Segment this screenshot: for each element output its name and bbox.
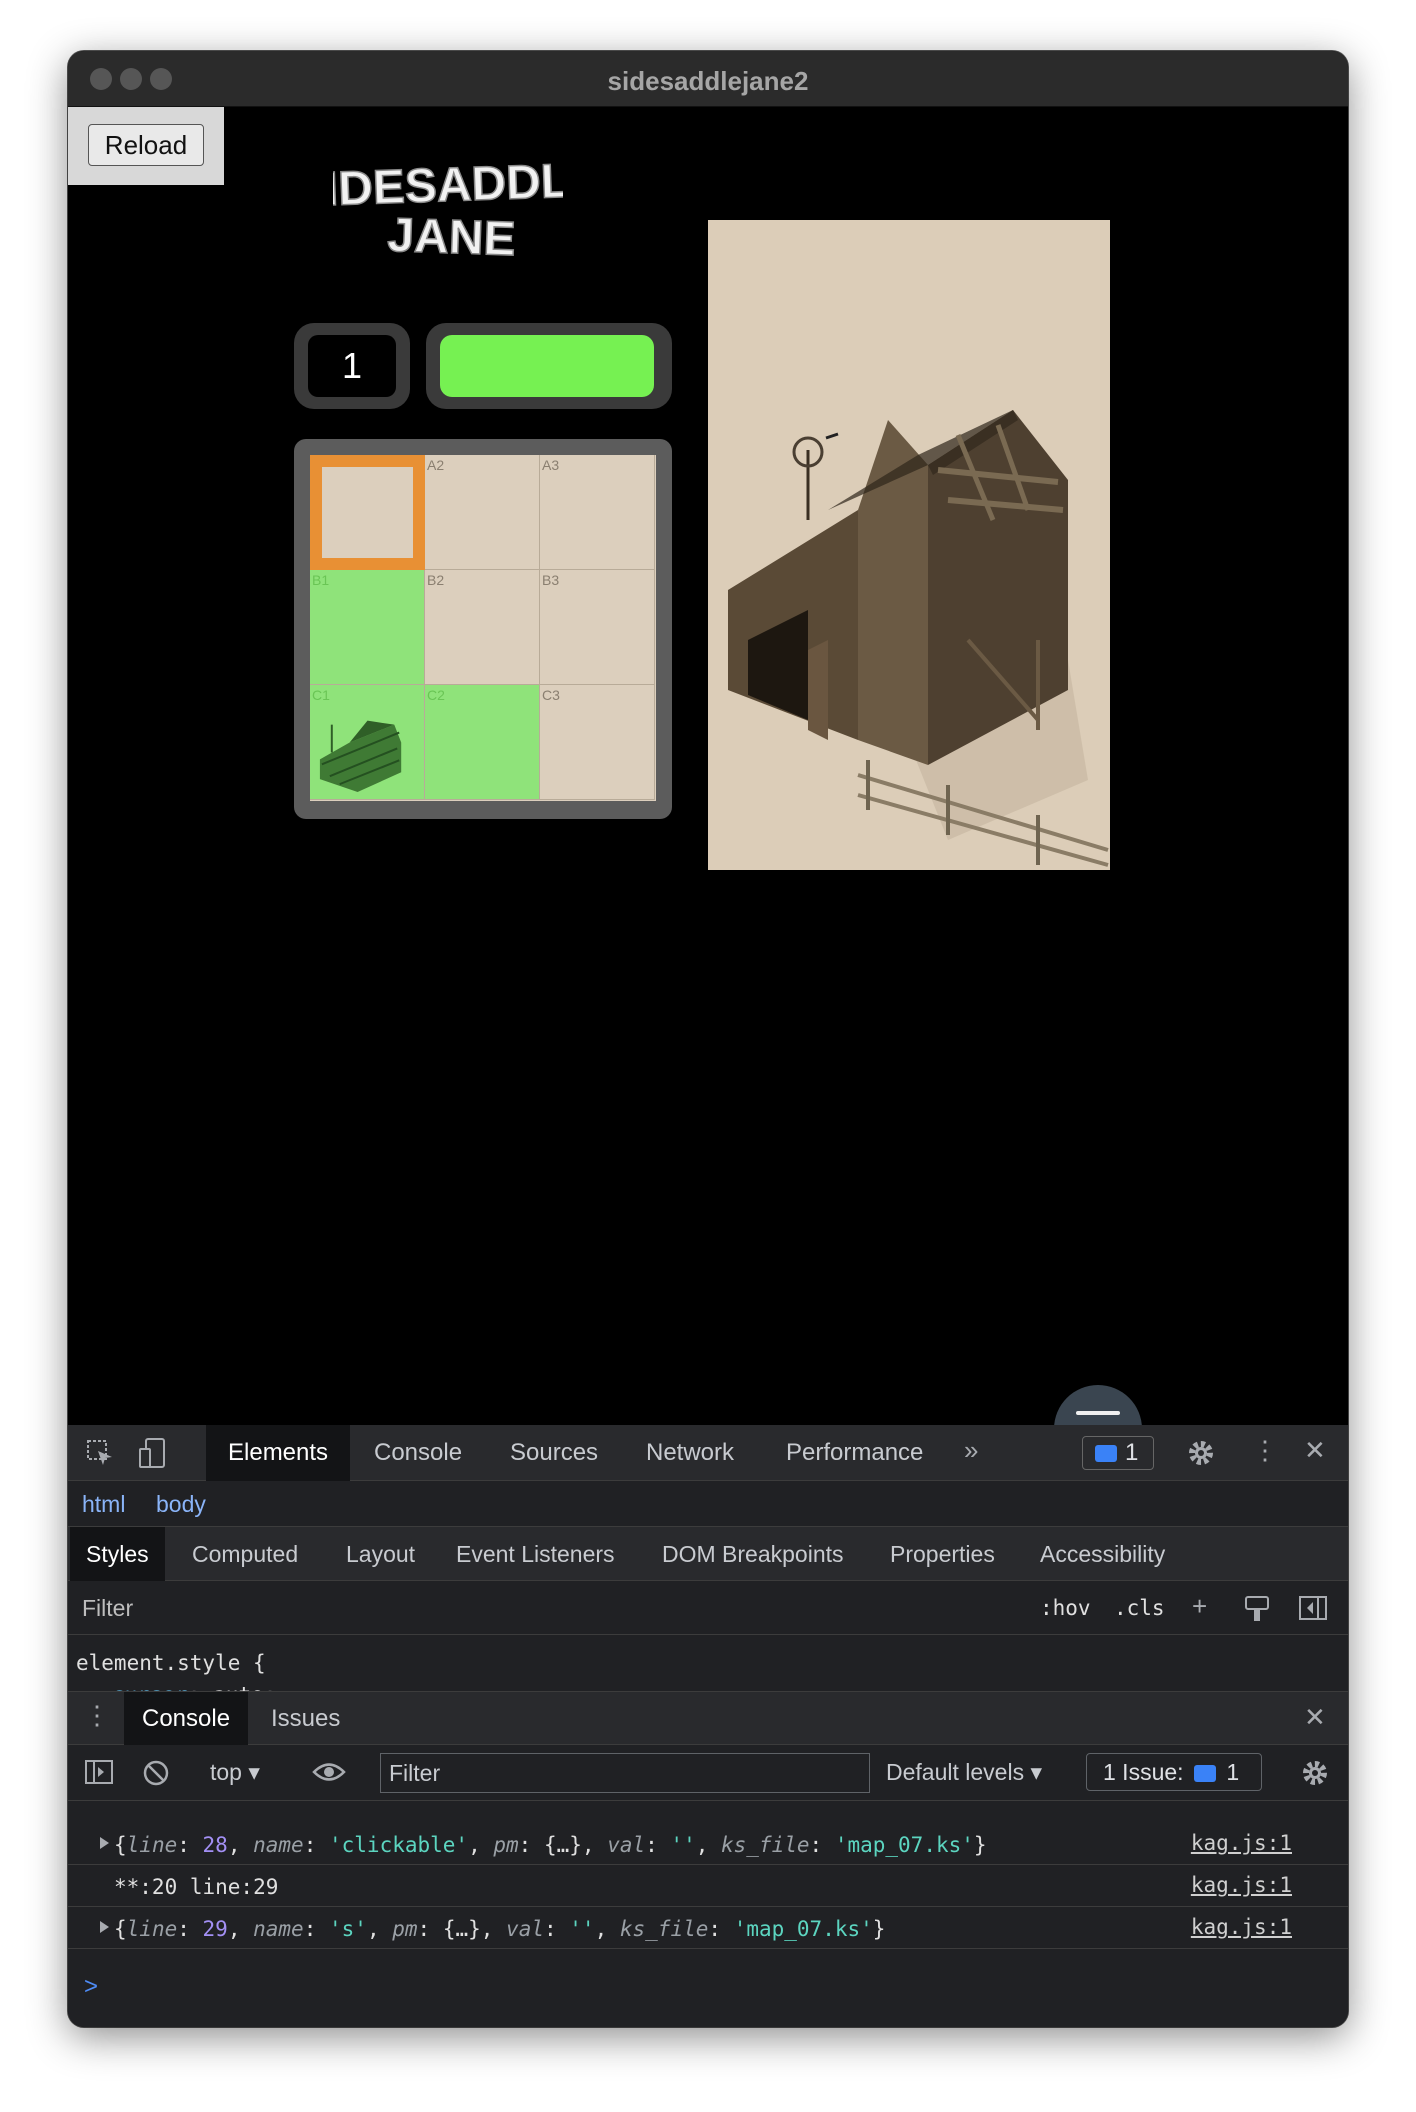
status-bar-fill — [440, 335, 654, 397]
logo-line2: JANE — [387, 209, 517, 266]
map-cell-a3[interactable]: A3 — [540, 455, 655, 570]
gear-icon[interactable] — [1186, 1438, 1216, 1468]
subtab-accessibility[interactable]: Accessibility — [1040, 1541, 1165, 1568]
device-toolbar-icon[interactable] — [138, 1437, 168, 1469]
turn-counter: 1 — [294, 323, 410, 409]
subtab-layout[interactable]: Layout — [346, 1541, 415, 1568]
console-log-row: **:20 line:29 kag.js:1 — [68, 1865, 1348, 1907]
tab-console[interactable]: Console — [374, 1425, 462, 1481]
devtools-toolbar: Elements Console Sources Network Perform… — [68, 1425, 1348, 1481]
message-icon — [1193, 1765, 1216, 1783]
subtab-styles[interactable]: Styles — [70, 1527, 165, 1581]
game-viewport: Reload SIDESADDLE JANE 1 A2 A3 B1 B2 B3 … — [68, 107, 1348, 1473]
map-cell-c3[interactable]: C3 — [540, 685, 655, 800]
devtools-panel: Elements Console Sources Network Perform… — [68, 1425, 1348, 2027]
console-log-row[interactable]: {line: 28, name: 'clickable', pm: {…}, v… — [68, 1823, 1348, 1865]
inspect-element-icon[interactable] — [86, 1439, 114, 1467]
drawer-menu-icon[interactable]: ⋮ — [84, 1700, 110, 1731]
tab-elements[interactable]: Elements — [206, 1425, 351, 1481]
cls-toggle[interactable]: .cls — [1114, 1596, 1165, 1620]
sidebar-icon[interactable] — [84, 1759, 114, 1785]
map-cell-c1[interactable]: C1 — [310, 685, 425, 800]
reload-button[interactable]: Reload — [88, 124, 204, 166]
map-cell-a1[interactable] — [310, 455, 425, 570]
issues-badge[interactable]: 1 — [1082, 1436, 1154, 1470]
tab-network[interactable]: Network — [646, 1425, 734, 1481]
title-bar: sidesaddlejane2 — [68, 51, 1348, 107]
subtab-event-listeners[interactable]: Event Listeners — [456, 1541, 615, 1568]
console-settings-gear-icon[interactable] — [1300, 1758, 1330, 1788]
console-prompt[interactable]: > — [84, 1973, 98, 2001]
log-levels-dropdown[interactable]: Default levels ▾ — [886, 1759, 1042, 1786]
reload-panel: Reload — [68, 107, 224, 185]
tab-performance[interactable]: Performance — [786, 1425, 923, 1481]
vertical-dots-icon[interactable]: ⋮ — [1252, 1435, 1278, 1466]
drawer-tabs: ⋮ Console Issues ✕ — [68, 1691, 1348, 1746]
drawer-tab-issues[interactable]: Issues — [271, 1692, 340, 1746]
menu-icon — [1076, 1411, 1120, 1415]
clear-console-icon[interactable] — [142, 1759, 170, 1787]
sidesaddle-jane-logo: SIDESADDLE JANE — [333, 153, 563, 267]
styles-filter-input[interactable]: Filter — [82, 1595, 133, 1622]
chevron-double-right-icon[interactable]: » — [964, 1435, 978, 1466]
map-cell-c2[interactable]: C2 — [425, 685, 540, 800]
log-source-link[interactable]: kag.js:1 — [1191, 1915, 1292, 1939]
console-filter-input[interactable]: Filter — [380, 1753, 870, 1793]
subtab-dom-breakpoints[interactable]: DOM Breakpoints — [662, 1541, 844, 1568]
map-cell-b2[interactable]: B2 — [425, 570, 540, 685]
turn-counter-value: 1 — [308, 335, 396, 397]
context-selector[interactable]: top ▾ — [210, 1759, 260, 1786]
element-style-selector: element.style { — [76, 1651, 266, 1675]
console-log-row[interactable]: {line: 29, name: 's', pm: {…}, val: '', … — [68, 1907, 1348, 1949]
subtab-computed[interactable]: Computed — [192, 1541, 298, 1568]
map-panel: A2 A3 B1 B2 B3 C1 C2 C3 — [294, 439, 672, 819]
breadcrumb-html[interactable]: html — [82, 1491, 125, 1518]
breadcrumb-body[interactable]: body — [156, 1491, 206, 1518]
toggle-sidebar-icon[interactable] — [1298, 1595, 1328, 1621]
styles-subtabs: Styles Computed Layout Event Listeners D… — [68, 1527, 1348, 1581]
window-title: sidesaddlejane2 — [607, 66, 809, 96]
log-source-link[interactable]: kag.js:1 — [1191, 1873, 1292, 1897]
styles-filter-row: Filter :hov .cls + — [68, 1581, 1348, 1635]
hov-toggle[interactable]: :hov — [1040, 1596, 1091, 1620]
issues-count-button[interactable]: 1 Issue: 1 — [1086, 1753, 1262, 1791]
map-cell-a2[interactable]: A2 — [425, 455, 540, 570]
breadcrumb: html body — [68, 1481, 1348, 1527]
expand-triangle-icon[interactable] — [100, 1921, 109, 1933]
close-drawer-icon[interactable]: ✕ — [1304, 1702, 1326, 1733]
paint-brush-icon[interactable] — [1244, 1595, 1270, 1623]
map-cell-b3[interactable]: B3 — [540, 570, 655, 685]
subtab-properties[interactable]: Properties — [890, 1541, 995, 1568]
app-window: sidesaddlejane2 Reload SIDESADDLE JANE 1… — [68, 51, 1348, 2027]
map-cell-b1[interactable]: B1 — [310, 570, 425, 685]
barn-scene-image — [708, 220, 1110, 870]
console-toolbar: top ▾ Filter Default levels ▾ 1 Issue: 1 — [68, 1745, 1348, 1801]
message-icon — [1095, 1445, 1117, 1462]
map-grid: A2 A3 B1 B2 B3 C1 C2 C3 — [310, 455, 656, 801]
barn-mini-icon — [319, 720, 402, 793]
add-rule-icon[interactable]: + — [1192, 1591, 1207, 1622]
log-source-link[interactable]: kag.js:1 — [1191, 1831, 1292, 1855]
expand-triangle-icon[interactable] — [100, 1837, 109, 1849]
eye-icon[interactable] — [312, 1761, 346, 1783]
drawer-tab-console[interactable]: Console — [124, 1692, 249, 1746]
close-icon[interactable]: ✕ — [1304, 1435, 1326, 1466]
logo-line1: SIDESADDLE — [333, 154, 563, 218]
tab-sources[interactable]: Sources — [510, 1425, 598, 1481]
status-bar — [426, 323, 672, 409]
